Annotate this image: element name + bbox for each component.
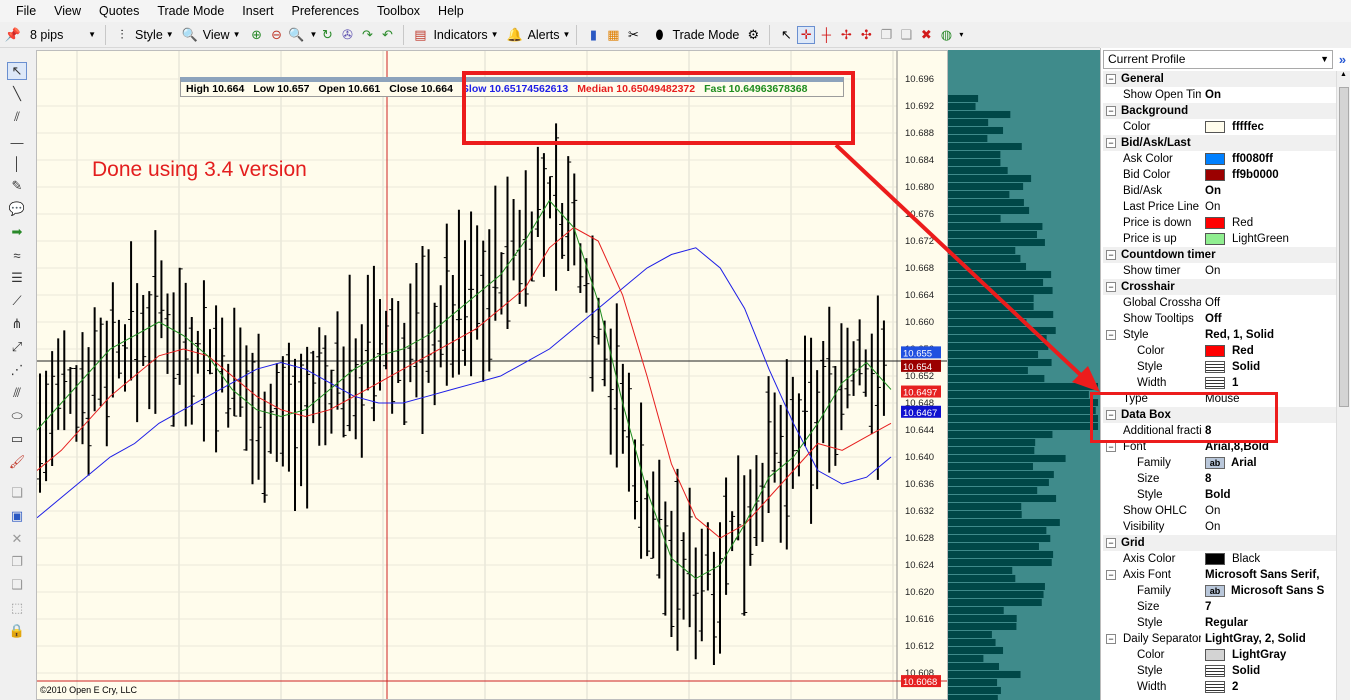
annotation-arrow: [834, 143, 1100, 392]
annotation-arrow-line: [834, 143, 1088, 382]
